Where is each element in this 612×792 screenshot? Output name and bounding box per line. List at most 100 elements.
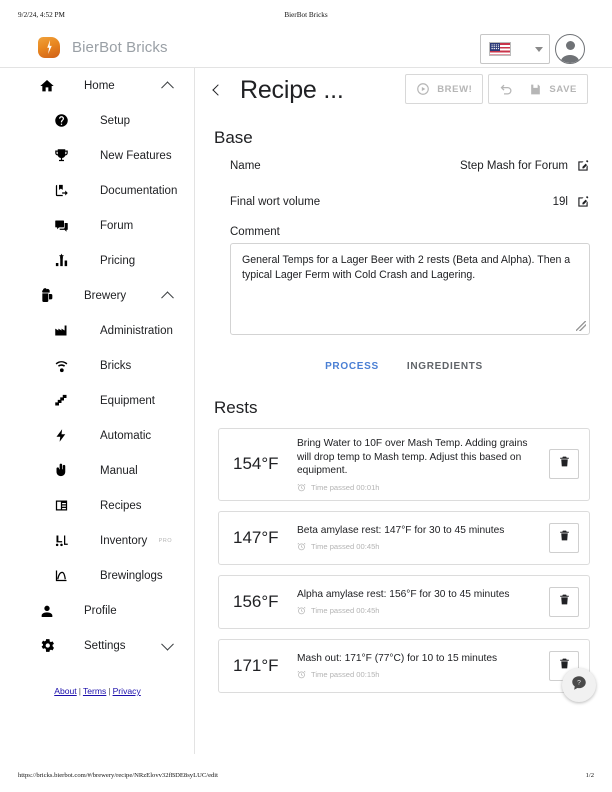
sidebar-item-new-features[interactable]: New Features	[0, 138, 194, 173]
chevron-down-icon	[535, 46, 543, 52]
sidebar-item-bricks[interactable]: Bricks	[0, 348, 194, 383]
us-flag-icon	[489, 42, 511, 56]
field-final-wort-volume-value-group: 19l	[553, 195, 590, 209]
link-about[interactable]: About	[54, 686, 76, 696]
sidebar-group-brewery-label: Brewery	[84, 289, 127, 302]
forklift-icon	[50, 530, 72, 552]
sidebar-item-equipment-label: Equipment	[100, 394, 155, 407]
rest-card[interactable]: 154°F Bring Water to 10F over Mash Temp.…	[218, 428, 590, 501]
undo-save-group: SAVE	[488, 74, 588, 104]
sidebar-item-recipes[interactable]: Recipes	[0, 488, 194, 523]
equipment-icon	[50, 390, 72, 412]
link-terms[interactable]: Terms	[83, 686, 106, 696]
support-chat-button[interactable]: ?	[562, 668, 596, 702]
person-icon	[36, 600, 58, 622]
rest-card[interactable]: 171°F Mash out: 171°F (77°C) for 10 to 1…	[218, 638, 590, 693]
sidebar-item-administration[interactable]: Administration	[0, 313, 194, 348]
chevron-left-icon[interactable]	[212, 84, 224, 96]
account-button[interactable]	[552, 31, 588, 67]
print-footer: https://bricks.bierbot.com/#/brewery/rec…	[0, 762, 612, 792]
tab-process[interactable]: PROCESS	[323, 357, 381, 376]
sidebar-group-settings-label: Settings	[84, 639, 126, 652]
brand[interactable]: BierBot Bricks	[36, 34, 168, 60]
alarm-clock-icon	[297, 670, 306, 679]
print-page-number: 1/2	[585, 772, 594, 779]
language-select[interactable]	[480, 34, 550, 64]
rest-body: Beta amylase rest: 147°F for 30 to 45 mi…	[297, 524, 549, 552]
rests-heading: Rests	[214, 398, 258, 417]
rest-time-text: Time passed 00:45h	[311, 542, 380, 552]
sidebar-group-home-label: Home	[84, 79, 115, 92]
sidebar-item-forum[interactable]: Forum	[0, 208, 194, 243]
edit-pencil-icon[interactable]	[576, 159, 590, 173]
sidebar-item-brewinglogs-label: Brewinglogs	[100, 569, 163, 582]
tab-ingredients[interactable]: INGREDIENTS	[405, 357, 485, 376]
save-button-label[interactable]: SAVE	[549, 84, 577, 95]
bierbot-jug-bolt-icon	[36, 34, 62, 60]
sidebar-item-brewinglogs[interactable]: Brewinglogs	[0, 558, 194, 593]
rest-body: Mash out: 171°F (77°C) for 10 to 15 minu…	[297, 652, 549, 680]
rest-time-row: Time passed 00:45h	[297, 542, 541, 551]
delete-rest-button[interactable]	[549, 586, 579, 617]
sidebar-item-profile[interactable]: Profile	[0, 593, 194, 628]
field-name-value: Step Mash for Forum	[459, 160, 568, 172]
bar-chart-icon	[50, 250, 72, 272]
rest-description: Beta amylase rest: 147°F for 30 to 45 mi…	[297, 524, 505, 536]
sidebar-item-inventory-label: Inventory	[100, 534, 148, 547]
rest-body: Bring Water to 10F over Mash Temp. Addin…	[297, 437, 549, 492]
sidebar-group-settings[interactable]: Settings	[0, 628, 194, 663]
trophy-icon	[50, 145, 72, 167]
rest-temperature: 147°F	[233, 527, 279, 547]
brew-button-label: BREW!	[437, 83, 473, 95]
delete-rest-button[interactable]	[549, 522, 579, 553]
undo-icon[interactable]	[499, 82, 514, 97]
rest-card[interactable]: 156°F Alpha amylase rest: 156°F for 30 t…	[218, 574, 590, 629]
delete-rest-button[interactable]	[549, 449, 579, 480]
sidebar-item-automatic[interactable]: Automatic	[0, 418, 194, 453]
rest-description: Mash out: 171°F (77°C) for 10 to 15 minu…	[297, 652, 498, 664]
comment-textarea[interactable]: General Temps for a Lager Beer with 2 re…	[230, 243, 590, 335]
main-content: Recipe ... BREW! SAVE Base Name Step Mas…	[196, 68, 612, 754]
rest-time-text: Time passed 00:45h	[311, 606, 380, 616]
alarm-clock-icon	[297, 606, 306, 615]
print-header: 9/2/24, 4:52 PM BierBot Bricks	[0, 0, 612, 26]
svg-text:?: ?	[577, 679, 581, 686]
sidebar-item-bricks-label: Bricks	[100, 359, 132, 372]
sidebar-item-setup[interactable]: Setup	[0, 103, 194, 138]
factory-icon	[50, 320, 72, 342]
sidebar-item-pricing-label: Pricing	[100, 254, 136, 267]
sidebar-item-equipment[interactable]: Equipment	[0, 383, 194, 418]
sidebar-group-home[interactable]: Home	[0, 68, 194, 103]
rest-time-row: Time passed 00:45h	[297, 606, 541, 615]
brew-button[interactable]: BREW!	[405, 74, 484, 104]
trash-icon	[558, 593, 571, 611]
rest-body: Alpha amylase rest: 156°F for 30 to 45 m…	[297, 588, 549, 616]
sidebar-item-pricing[interactable]: Pricing	[0, 243, 194, 278]
field-final-wort-volume: Final wort volume 19l	[196, 184, 612, 220]
account-circle-icon	[555, 34, 585, 64]
rest-card[interactable]: 147°F Beta amylase rest: 147°F for 30 to…	[218, 510, 590, 565]
sidebar: Home Setup New Features Documentation Fo…	[0, 68, 195, 754]
floppy-disk-icon	[529, 83, 542, 96]
hand-icon	[50, 460, 72, 482]
field-name-value-group: Step Mash for Forum	[460, 159, 590, 173]
alarm-clock-icon	[297, 542, 306, 551]
sidebar-item-new-features-label: New Features	[100, 149, 172, 162]
sidebar-group-brewery[interactable]: Brewery	[0, 278, 194, 313]
resize-grip-icon[interactable]	[576, 321, 586, 331]
edit-pencil-icon[interactable]	[576, 195, 590, 209]
rest-description: Bring Water to 10F over Mash Temp. Addin…	[297, 438, 528, 477]
sidebar-item-documentation[interactable]: Documentation	[0, 173, 194, 208]
gear-icon	[36, 635, 58, 657]
chevron-up-icon	[161, 290, 174, 304]
field-final-wort-volume-label: Final wort volume	[230, 196, 321, 208]
link-separator-1: |	[78, 686, 81, 696]
wifi-settings-icon	[50, 355, 72, 377]
sidebar-item-manual[interactable]: Manual	[0, 453, 194, 488]
sidebar-item-forum-label: Forum	[100, 219, 134, 232]
link-privacy[interactable]: Privacy	[113, 686, 141, 696]
play-circle-icon	[416, 82, 430, 96]
rest-time-row: Time passed 00:15h	[297, 670, 541, 679]
trash-icon	[558, 455, 571, 473]
sidebar-item-inventory[interactable]: Inventory PRO	[0, 523, 194, 558]
